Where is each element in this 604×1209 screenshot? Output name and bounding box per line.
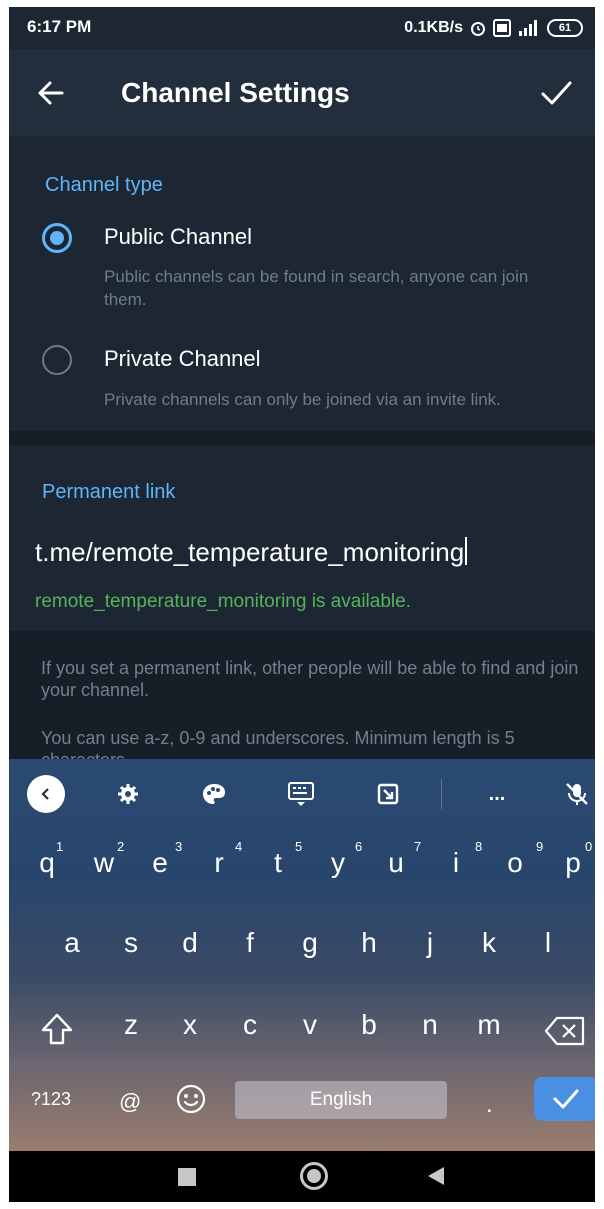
enter-check-icon <box>553 1089 579 1109</box>
key-b[interactable]: b <box>345 1009 393 1041</box>
page-title: Channel Settings <box>121 77 350 108</box>
hint-7: 7 <box>414 839 422 854</box>
private-channel-label[interactable]: Private Channel <box>104 346 261 372</box>
channel-type-title: Channel type <box>45 174 163 196</box>
key-o[interactable]: o <box>491 847 539 879</box>
back-arrow-icon[interactable] <box>35 77 67 109</box>
settings-gear-icon[interactable] <box>113 779 143 809</box>
key-m[interactable]: m <box>465 1009 513 1041</box>
public-channel-label[interactable]: Public Channel <box>104 224 252 250</box>
symbols-key[interactable]: ?123 <box>31 1089 71 1110</box>
hint-4: 4 <box>235 839 243 854</box>
key-f[interactable]: f <box>226 927 274 959</box>
public-channel-radio[interactable] <box>42 223 72 253</box>
key-a[interactable]: a <box>48 927 96 959</box>
hint-5: 5 <box>295 839 303 854</box>
info-paragraph-1: If you set a permanent link, other peopl… <box>41 658 579 700</box>
volte-icon <box>493 19 511 37</box>
key-v[interactable]: v <box>286 1009 334 1041</box>
permanent-link-title: Permanent link <box>42 481 176 503</box>
shift-icon[interactable] <box>39 1011 75 1047</box>
save-check-icon[interactable] <box>539 77 573 109</box>
home-circle-icon[interactable] <box>300 1162 328 1190</box>
network-speed: 0.1KB/s <box>404 19 463 36</box>
key-c[interactable]: c <box>226 1009 274 1041</box>
channel-type-section: Channel type Public Channel Public chann… <box>9 136 595 431</box>
hint-2: 2 <box>117 839 125 854</box>
info-section: If you set a permanent link, other peopl… <box>9 631 595 771</box>
emoji-icon[interactable] <box>175 1083 207 1115</box>
status-icons: 0.1KB/s 61 <box>404 15 583 41</box>
period-key[interactable]: . <box>486 1091 493 1119</box>
toolbar-separator <box>441 779 442 809</box>
key-x[interactable]: x <box>166 1009 214 1041</box>
battery-icon: 61 <box>547 19 583 37</box>
key-j[interactable]: j <box>406 927 454 959</box>
key-h[interactable]: h <box>345 927 393 959</box>
enter-button[interactable] <box>534 1077 595 1121</box>
public-channel-description: Public channels can be found in search, … <box>104 267 529 309</box>
hint-3: 3 <box>175 839 183 854</box>
hint-9: 9 <box>536 839 544 854</box>
collapse-toolbar-button[interactable] <box>27 775 65 813</box>
back-triangle-icon[interactable] <box>426 1165 446 1187</box>
keyboard-mode-icon[interactable] <box>286 779 316 809</box>
key-i[interactable]: i <box>432 847 480 879</box>
hint-6: 6 <box>355 839 363 854</box>
permanent-link-section: Permanent link t.me/remote_temperature_m… <box>9 445 595 631</box>
key-n[interactable]: n <box>406 1009 454 1041</box>
mic-off-icon[interactable] <box>562 779 592 809</box>
chevron-left-icon <box>41 788 49 800</box>
private-channel-description: Private channels can only be joined via … <box>104 390 501 409</box>
keyboard-toolbar: ... <box>9 759 595 829</box>
theme-palette-icon[interactable] <box>199 779 229 809</box>
app-header: Channel Settings <box>9 49 595 136</box>
soft-keyboard: ... q w e r t y u i o p 1 2 3 4 5 6 7 8 … <box>9 759 595 1151</box>
phone-screen: 6:17 PM 0.1KB/s 61 Channel Settings Chan… <box>9 7 595 1202</box>
key-d[interactable]: d <box>166 927 214 959</box>
at-key[interactable]: @ <box>119 1089 141 1115</box>
key-l[interactable]: l <box>524 927 572 959</box>
key-z[interactable]: z <box>107 1009 155 1041</box>
private-channel-radio[interactable] <box>42 345 72 375</box>
key-s[interactable]: s <box>107 927 155 959</box>
hint-1: 1 <box>56 839 64 854</box>
permanent-link-value: t.me/remote_temperature_monitoring <box>35 537 465 567</box>
alarm-icon <box>471 22 485 36</box>
key-g[interactable]: g <box>286 927 334 959</box>
hint-0: 0 <box>585 839 593 854</box>
key-q[interactable]: q <box>23 847 71 879</box>
permanent-link-input[interactable]: t.me/remote_temperature_monitoring <box>35 537 468 568</box>
hint-8: 8 <box>475 839 483 854</box>
section-divider <box>9 431 595 445</box>
availability-message: remote_temperature_monitoring is availab… <box>35 591 411 612</box>
clipboard-icon[interactable] <box>373 779 403 809</box>
status-time: 6:17 PM <box>27 17 92 36</box>
status-bar: 6:17 PM 0.1KB/s 61 <box>9 7 595 49</box>
space-bar[interactable]: English <box>235 1081 447 1119</box>
more-options-icon[interactable]: ... <box>482 779 512 809</box>
text-cursor <box>465 537 468 565</box>
signal-icon <box>519 20 537 36</box>
key-k[interactable]: k <box>465 927 513 959</box>
system-nav-bar <box>9 1151 595 1202</box>
backspace-icon[interactable] <box>543 1015 587 1047</box>
key-u[interactable]: u <box>372 847 420 879</box>
recents-square-icon[interactable] <box>178 1168 196 1186</box>
